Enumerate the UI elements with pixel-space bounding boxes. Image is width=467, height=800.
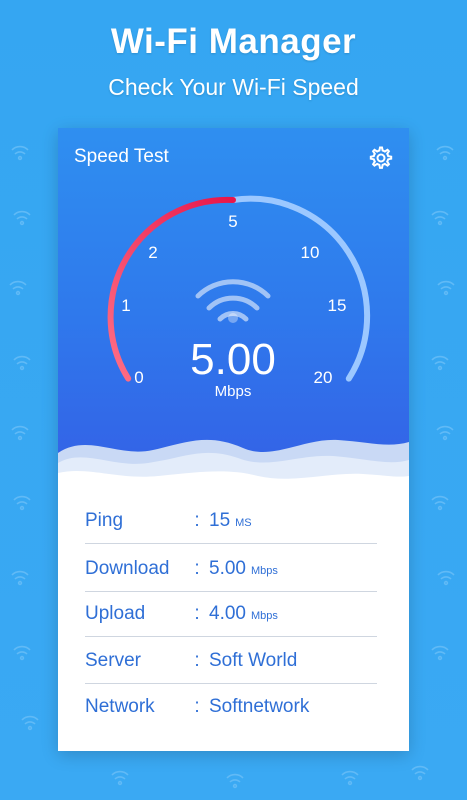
promo-title: Wi-Fi Manager bbox=[110, 22, 357, 61]
stat-colon: : bbox=[194, 650, 200, 671]
stat-unit: Mbps bbox=[250, 610, 278, 622]
gauge-tick-label: 2 bbox=[148, 243, 157, 262]
stat-label: Upload bbox=[85, 603, 146, 624]
gauge-tick-label: 10 bbox=[301, 243, 320, 262]
speed-gauge: 0 1 2 5 10 15 20 5.00 Mbps bbox=[107, 195, 371, 400]
gauge-tick-label: 5 bbox=[228, 212, 237, 231]
stat-colon: : bbox=[194, 558, 200, 579]
stat-label: Network bbox=[85, 696, 155, 717]
stat-value: Softnetwork bbox=[209, 696, 310, 717]
stat-row-server: Server : Soft World bbox=[85, 638, 377, 684]
stat-unit: Mbps bbox=[250, 565, 278, 577]
gauge-tick-label: 20 bbox=[314, 368, 333, 387]
gauge-tick-label: 1 bbox=[121, 296, 130, 315]
stat-colon: : bbox=[194, 603, 200, 624]
speed-unit: Mbps bbox=[215, 383, 252, 400]
gauge-tick-label: 0 bbox=[134, 368, 143, 387]
stat-label: Ping bbox=[85, 510, 124, 531]
wave-decoration bbox=[58, 439, 409, 488]
stat-row-ping: Ping : 15 MS bbox=[85, 498, 377, 544]
stat-row-network: Network : Softnetwork bbox=[85, 684, 377, 730]
promo-subtitle: Check Your Wi-Fi Speed bbox=[108, 74, 359, 100]
speed-value: 5.00 bbox=[190, 335, 276, 384]
gauge-tick-label: 15 bbox=[328, 296, 347, 315]
stat-value: 5.00 bbox=[209, 558, 246, 579]
stat-label: Server bbox=[85, 650, 141, 671]
stat-unit: MS bbox=[235, 517, 252, 529]
stat-value: Soft World bbox=[209, 650, 298, 671]
stat-label: Download bbox=[85, 558, 170, 579]
phone-screen: Speed Test 0 1 2 5 10 15 20 5.00 Mbps Pi… bbox=[58, 128, 409, 751]
stat-colon: : bbox=[194, 510, 200, 531]
row-divider bbox=[85, 636, 377, 637]
stat-row-upload: Upload : 4.00 Mbps bbox=[85, 591, 377, 637]
row-divider bbox=[85, 543, 377, 544]
stat-colon: : bbox=[194, 696, 200, 717]
stat-value: 4.00 bbox=[209, 603, 246, 624]
stat-value: 15 bbox=[209, 510, 231, 531]
stat-row-download: Download : 5.00 Mbps bbox=[85, 546, 377, 592]
